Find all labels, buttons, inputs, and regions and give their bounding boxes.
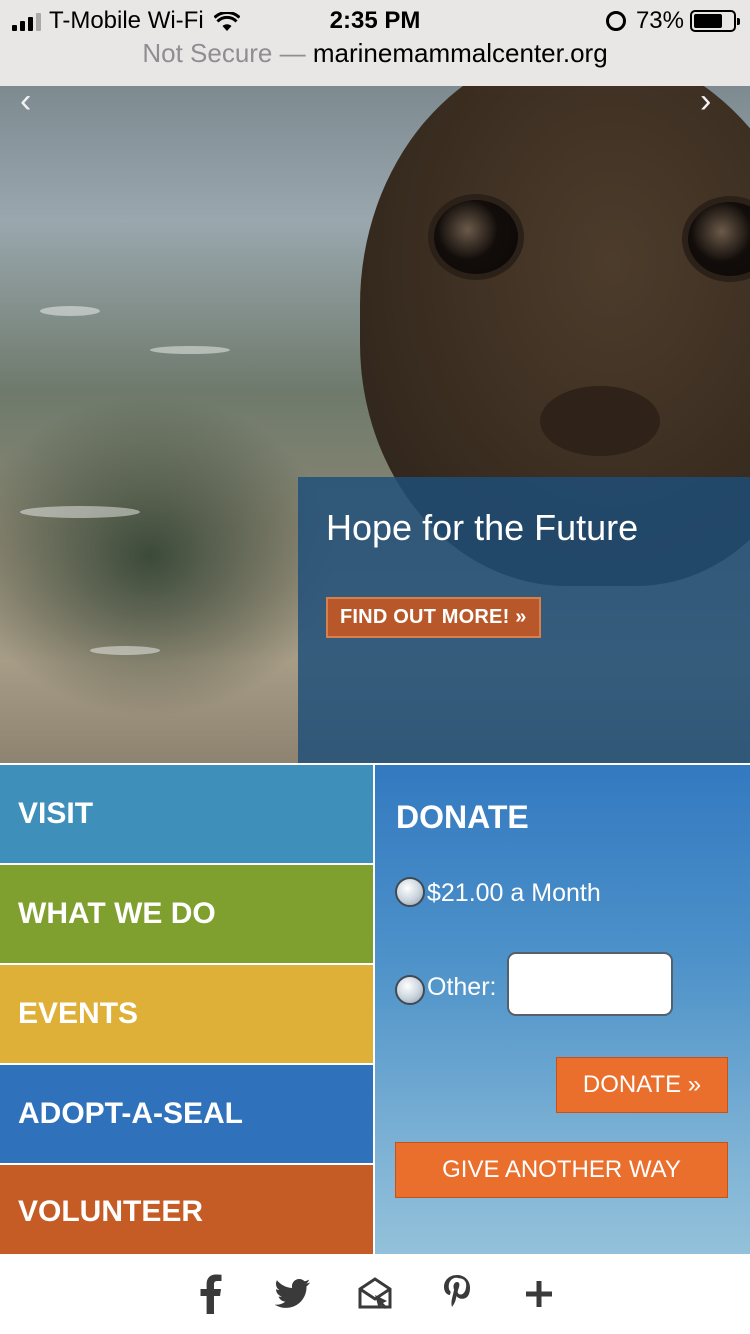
hero-slider: ‹ › Hope for the Future FIND OUT MORE! » [0, 86, 750, 763]
alarm-icon [605, 11, 626, 31]
give-another-way-button[interactable]: GIVE ANOTHER WAY [395, 1142, 728, 1198]
donate-title: DONATE [396, 799, 529, 835]
hero-title: Hope for the Future [326, 507, 639, 548]
other-option-label: Other: [427, 973, 497, 1001]
facebook-icon[interactable] [191, 1272, 231, 1316]
plus-icon[interactable] [519, 1272, 559, 1316]
url-host: marinemammalcenter.org [312, 38, 608, 68]
address-bar[interactable]: Not Secure — marinemammalcenter.org [0, 38, 750, 69]
browser-top-bar: T-Mobile Wi-Fi 2:35 PM 73% Not Secure — … [0, 0, 750, 88]
nav-tile-volunteer[interactable]: VOLUNTEER [0, 1165, 373, 1254]
seal-eye-left [428, 194, 524, 280]
hero-caption-panel: Hope for the Future FIND OUT MORE! » [298, 477, 750, 763]
seal-nose [540, 386, 660, 456]
water-glint [20, 506, 140, 518]
other-amount-input[interactable] [507, 952, 673, 1016]
water-glint [90, 646, 160, 655]
battery-percent: 73% [635, 7, 684, 34]
donate-panel: DONATE $21.00 a Month Other: DONATE » GI… [375, 765, 750, 1254]
monthly-option-label: $21.00 a Month [427, 879, 601, 907]
url-separator: — [279, 38, 306, 68]
slider-next-icon[interactable]: › [700, 86, 730, 118]
status-right: 73% [605, 7, 740, 35]
twitter-icon[interactable] [273, 1272, 313, 1316]
slider-prev-icon[interactable]: ‹ [20, 86, 50, 118]
monthly-radio[interactable] [395, 877, 425, 907]
email-icon[interactable] [355, 1272, 395, 1316]
status-bar: T-Mobile Wi-Fi 2:35 PM 73% [0, 0, 750, 40]
nav-tile-what-we-do[interactable]: WHAT WE DO [0, 865, 373, 963]
water-glint [150, 346, 230, 354]
nav-tile-events[interactable]: EVENTS [0, 965, 373, 1063]
share-bar [0, 1254, 750, 1334]
water-glint [40, 306, 100, 316]
nav-tile-adopt-a-seal[interactable]: ADOPT-A-SEAL [0, 1065, 373, 1163]
donate-button[interactable]: DONATE » [556, 1057, 728, 1113]
battery-icon [690, 10, 740, 32]
nav-tile-visit[interactable]: VISIT [0, 765, 373, 863]
other-radio[interactable] [395, 975, 425, 1005]
pinterest-icon[interactable] [437, 1272, 477, 1316]
find-out-more-button[interactable]: FIND OUT MORE! » [326, 597, 541, 638]
security-label: Not Secure [142, 38, 273, 68]
